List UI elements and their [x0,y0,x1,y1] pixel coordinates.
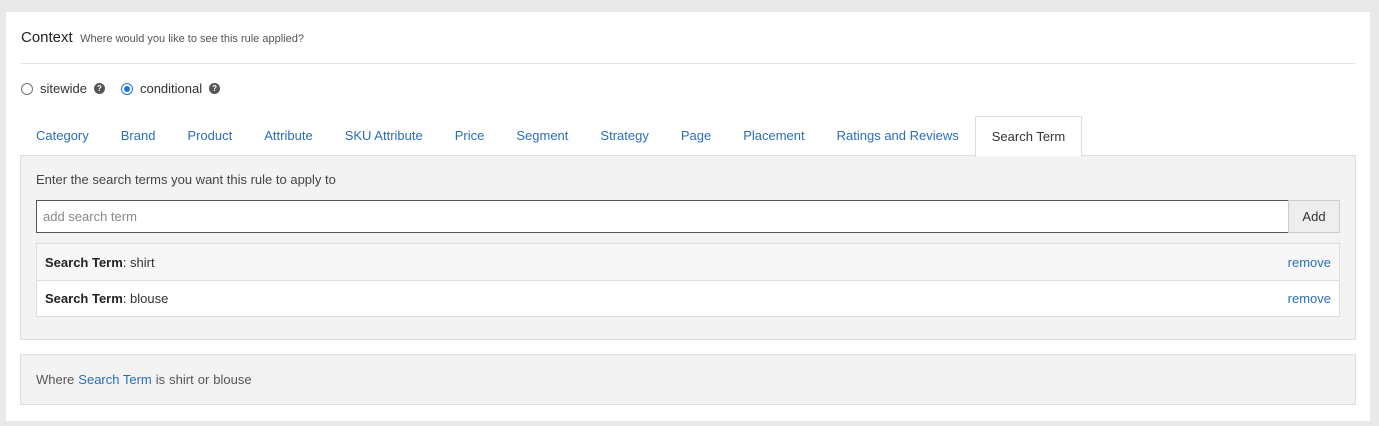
search-term-input[interactable] [36,200,1288,233]
summary-or: or [197,372,210,387]
tab-sku-attribute[interactable]: SKU Attribute [329,116,439,156]
term-value: shirt [130,254,155,270]
term-separator: : [122,291,131,306]
search-term-input-row: Add [36,200,1340,233]
tab-product[interactable]: Product [171,116,248,156]
summary-value-1: shirt [169,372,194,387]
search-term-tab-panel: Enter the search terms you want this rul… [20,155,1356,340]
tab-placement[interactable]: Placement [727,116,820,156]
summary-is: is [155,372,166,387]
summary-value-2: blouse [213,372,252,387]
tab-brand[interactable]: Brand [105,116,172,156]
tab-strategy[interactable]: Strategy [584,116,664,156]
term-text: Search Term: blouse [45,291,168,306]
summary-field-link[interactable]: Search Term [78,372,151,387]
conditional-radio[interactable] [120,82,133,95]
search-instruction: Enter the search terms you want this rul… [36,172,336,187]
help-icon[interactable]: ? [93,83,105,94]
list-item: Search Term: shirt remove [37,244,1339,280]
remove-link[interactable]: remove [1288,291,1331,306]
tab-category[interactable]: Category [20,116,105,156]
tab-ratings-and-reviews[interactable]: Ratings and Reviews [821,116,975,156]
term-value: blouse [130,291,169,306]
term-separator: : [122,254,131,270]
tab-search-term[interactable]: Search Term [974,116,1083,157]
term-key: Search Term [45,291,123,306]
tab-segment[interactable]: Segment [500,116,584,156]
tab-price[interactable]: Price [439,116,501,156]
help-icon[interactable]: ? [209,83,221,94]
summary-prefix: Where [36,372,75,387]
remove-link[interactable]: remove [1288,255,1331,270]
section-title: Context [21,29,73,46]
list-item: Search Term: blouse remove [37,280,1339,316]
context-panel: Context Where would you like to see this… [6,12,1370,421]
rule-summary: Where Search Term is shirt or blouse [20,354,1356,405]
scope-option-conditional[interactable]: conditional ? [120,81,221,96]
term-key: Search Term [45,254,123,270]
sitewide-radio[interactable] [21,82,33,95]
sitewide-label[interactable]: sitewide [40,81,87,96]
condition-tabs: Category Brand Product Attribute SKU Att… [20,114,1083,157]
scope-radio-group: sitewide ? conditional ? [21,81,236,96]
search-term-list: Search Term: shirt remove Search Term: b… [36,243,1340,317]
tab-attribute[interactable]: Attribute [248,116,328,156]
scope-option-sitewide[interactable]: sitewide ? [21,81,105,96]
tab-page[interactable]: Page [665,116,727,156]
term-text: Search Term: shirt [45,255,155,270]
context-header: Context Where would you like to see this… [21,29,1355,64]
section-subtitle: Where would you like to see this rule ap… [80,33,304,45]
add-search-term-button[interactable]: Add [1288,200,1340,233]
conditional-label[interactable]: conditional [140,81,202,96]
